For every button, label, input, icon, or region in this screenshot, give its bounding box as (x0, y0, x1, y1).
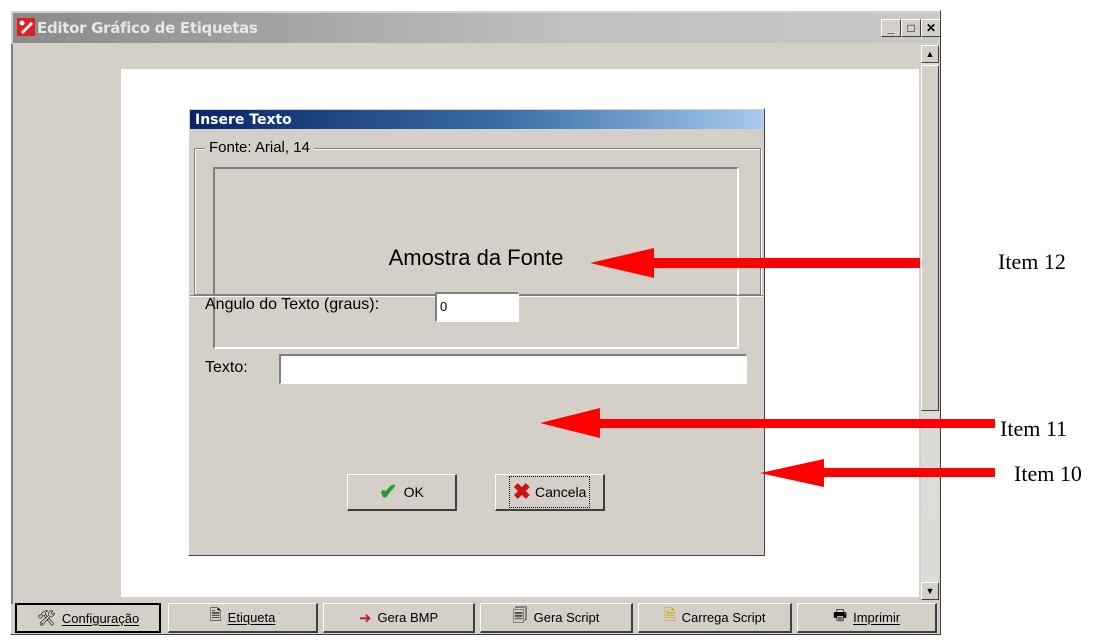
font-group-label[interactable]: Fonte: Arial, 14 (205, 139, 314, 156)
cancel-label: Cancela (535, 484, 587, 500)
vertical-scrollbar[interactable]: ▲ ▼ (921, 45, 939, 600)
item12-label: Item 12 (998, 249, 1066, 274)
ok-label: OK (403, 484, 424, 500)
ok-button[interactable]: ✔ OK (347, 474, 457, 511)
insere-texto-dialog: Insere Texto Fonte: Arial, 14 Amostra da… (188, 108, 765, 556)
carrega-script-button[interactable]: 🗎 Carrega Script (638, 603, 792, 633)
x-icon: ✖ (512, 479, 532, 504)
generate-script-icon: 🗐 (512, 607, 528, 624)
scroll-down-button[interactable]: ▼ (921, 582, 939, 600)
scroll-thumb[interactable] (921, 65, 939, 411)
configuracao-label: Configuração (61, 610, 140, 626)
maximize-button[interactable]: □ (901, 19, 921, 37)
dialog-title-bar[interactable]: Insere Texto (190, 110, 763, 129)
printer-icon: 🖶 (832, 607, 848, 624)
angle-input[interactable]: 0 (435, 292, 519, 322)
window-title: Editor Gráfico de Etiquetas (37, 19, 258, 37)
configuracao-button[interactable]: 🛠 Configuração (15, 603, 161, 633)
angle-label: Angulo do Texto (graus): (205, 296, 380, 313)
document-icon: 🗎 (209, 607, 222, 624)
export-bmp-icon: ➜ (358, 609, 372, 627)
tools-icon: 🛠 (36, 610, 56, 627)
bottom-toolbar: 🛠 Configuração 🗎 Etiqueta ➜ Gera BMP 🗐 G… (13, 601, 938, 634)
arrow-item12 (590, 248, 920, 278)
cancel-button[interactable]: ✖ Cancela (495, 474, 605, 511)
scroll-up-button[interactable]: ▲ (921, 45, 939, 63)
left-border (11, 44, 13, 604)
item10-label: Item 10 (1014, 461, 1082, 486)
gera-bmp-button[interactable]: ➜ Gera BMP (323, 603, 475, 633)
etiqueta-label: Etiqueta (227, 610, 276, 625)
minimize-button[interactable]: _ (881, 19, 901, 37)
gera-script-label: Gera Script (533, 610, 600, 625)
imprimir-button[interactable]: 🖶 Imprimir (797, 603, 937, 633)
item11-label: Item 11 (1000, 416, 1067, 441)
gera-bmp-label: Gera BMP (377, 610, 439, 625)
font-sample-text: Amostra da Fonte (388, 245, 564, 270)
load-script-icon: 🗎 (663, 607, 676, 624)
imprimir-label: Imprimir (853, 610, 901, 625)
arrow-item10 (760, 459, 995, 487)
carrega-script-label: Carrega Script (681, 610, 766, 625)
title-bar[interactable]: Editor Gráfico de Etiquetas _ □ ✕ (13, 13, 941, 43)
check-icon: ✔ (379, 479, 398, 504)
gera-script-button[interactable]: 🗐 Gera Script (480, 603, 633, 633)
dialog-title: Insere Texto (195, 112, 292, 128)
app-logo-icon (17, 18, 35, 36)
etiqueta-button[interactable]: 🗎 Etiqueta (168, 603, 318, 633)
text-label: Texto: (205, 359, 248, 376)
text-input[interactable] (279, 354, 747, 384)
arrow-item11 (540, 408, 995, 438)
close-button[interactable]: ✕ (921, 19, 941, 37)
